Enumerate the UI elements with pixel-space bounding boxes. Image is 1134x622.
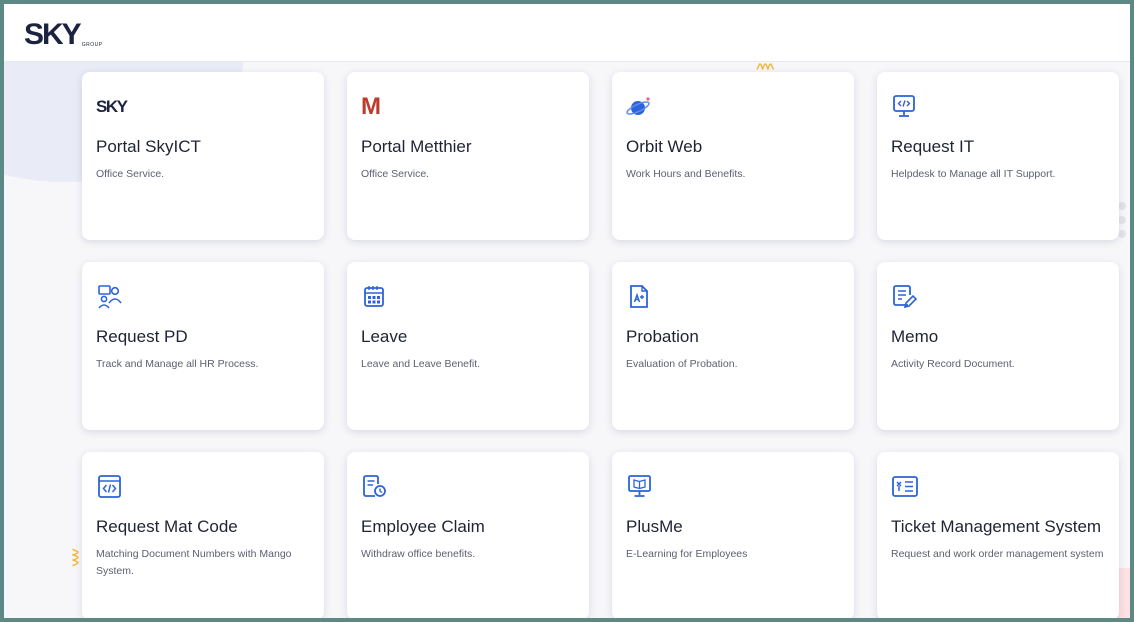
card-title: Request IT	[891, 137, 975, 156]
card-title: Ticket Management System	[891, 517, 1102, 536]
app-card-leave[interactable]: Leave Leave and Leave Benefit.	[347, 262, 589, 430]
ticket-tools-icon	[892, 476, 918, 497]
card-description: Matching Document Numbers with Mango Sys…	[96, 548, 292, 577]
card-title: Employee Claim	[361, 517, 485, 536]
code-window-icon	[98, 475, 121, 498]
decorative-chevron-icon: ^^^	[65, 548, 82, 564]
monitor-code-icon	[893, 95, 915, 117]
card-description: Leave and Leave Benefit.	[361, 358, 481, 370]
card-title: PlusMe	[626, 517, 683, 536]
app-launcher-area: ^^^ ^^^ SKY Portal SkyICT Office Service…	[4, 62, 1130, 618]
app-card-memo[interactable]: Memo Activity Record Document.	[877, 262, 1119, 430]
card-description: Withdraw office benefits.	[361, 548, 476, 560]
document-grade-icon	[630, 285, 648, 308]
card-description: Helpdesk to Manage all IT Support.	[891, 168, 1056, 180]
app-window: SKY GROUP ^^^ ^^^ SKY Portal SkyICT Offi…	[4, 4, 1130, 618]
card-description: Track and Manage all HR Process.	[96, 358, 259, 370]
card-description: Request and work order management system	[891, 548, 1104, 560]
card-title: Orbit Web	[626, 137, 703, 156]
top-header: SKY GROUP	[4, 4, 1130, 62]
hr-people-icon	[98, 285, 122, 309]
app-card-plusme[interactable]: PlusMe E-Learning for Employees	[612, 452, 854, 618]
sky-logo-icon: SKY	[96, 97, 128, 116]
app-card-orbit-web[interactable]: Orbit Web Work Hours and Benefits.	[612, 72, 854, 240]
app-card-grid: SKY Portal SkyICT Office Service. M Port…	[82, 72, 1122, 618]
calendar-icon	[364, 286, 384, 307]
logo-subtext: GROUP	[81, 42, 103, 48]
app-card-ticket-management-system[interactable]: Ticket Management System Request and wor…	[877, 452, 1119, 618]
app-card-portal-skyict[interactable]: SKY Portal SkyICT Office Service.	[82, 72, 324, 240]
metthier-logo-icon: M	[361, 93, 381, 120]
card-description: Activity Record Document.	[891, 358, 1015, 370]
card-title: Portal SkyICT	[96, 137, 201, 156]
app-card-employee-claim[interactable]: Employee Claim Withdraw office benefits.	[347, 452, 589, 618]
card-title: Leave	[361, 327, 408, 346]
app-card-portal-metthier[interactable]: M Portal Metthier Office Service.	[347, 72, 589, 240]
app-card-request-it[interactable]: Request IT Helpdesk to Manage all IT Sup…	[877, 72, 1119, 240]
app-card-request-mat-code[interactable]: Request Mat Code Matching Document Numbe…	[82, 452, 324, 618]
app-card-probation[interactable]: Probation Evaluation of Probation.	[612, 262, 854, 430]
logo-text: SKY	[24, 18, 82, 51]
card-title: Portal Metthier	[361, 137, 472, 156]
card-description: Evaluation of Probation.	[626, 358, 738, 370]
card-description: Work Hours and Benefits.	[626, 168, 746, 180]
card-description: Office Service.	[361, 168, 430, 180]
card-title: Request Mat Code	[96, 517, 238, 536]
elearning-monitor-icon	[628, 475, 651, 497]
memo-edit-icon	[893, 285, 918, 309]
app-card-request-pd[interactable]: Request PD Track and Manage all HR Proce…	[82, 262, 324, 430]
card-description: E-Learning for Employees	[626, 548, 748, 560]
card-description: Office Service.	[96, 168, 165, 180]
sky-group-logo[interactable]: SKY GROUP	[24, 16, 103, 50]
claim-document-icon	[363, 475, 386, 497]
card-title: Probation	[626, 327, 699, 346]
card-title: Memo	[891, 327, 939, 346]
card-title: Request PD	[96, 327, 188, 346]
orbit-planet-icon	[626, 97, 650, 115]
